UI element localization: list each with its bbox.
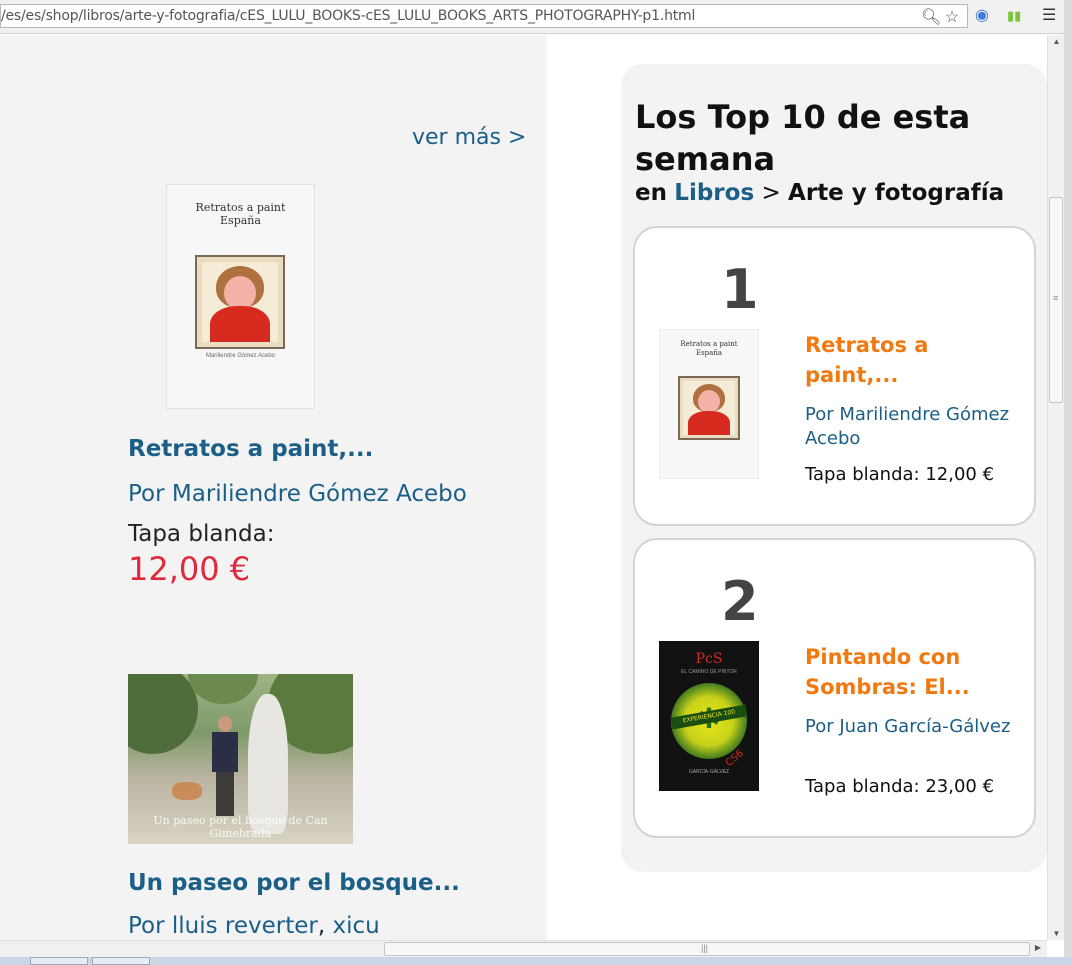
card-author-link[interactable]: Por Juan García-Gálvez bbox=[805, 715, 1020, 739]
scroll-right-arrow-icon[interactable]: ▶ bbox=[1035, 943, 1041, 952]
breadcrumb-subcategory: Arte y fotografía bbox=[788, 180, 1005, 206]
top10-breadcrumb: en Libros > Arte y fotografía bbox=[635, 180, 1004, 206]
scroll-down-arrow-icon[interactable]: ▼ bbox=[1048, 929, 1065, 938]
signal-icon[interactable]: ▮▮ bbox=[1007, 8, 1021, 24]
card-price: Tapa blanda: 12,00 € bbox=[805, 464, 995, 485]
author-link[interactable]: xicu bbox=[333, 913, 380, 939]
top10-card-2[interactable]: 2 PcS EL CAMINO DE PINTOR ✱ EXPERIENCIA … bbox=[633, 538, 1036, 838]
product-title[interactable]: Retratos a paint,... bbox=[128, 436, 373, 462]
author-link[interactable]: Mariliendre Gómez Acebo bbox=[172, 481, 467, 507]
book-cover-retratos[interactable]: Retratos a paint España Mariliendre Gómez… bbox=[166, 184, 315, 409]
vertical-scrollbar[interactable]: ▲ ≡ ▼ bbox=[1047, 35, 1065, 940]
top10-card-1[interactable]: 1 Retratos a paint España Retratos a pain… bbox=[633, 226, 1036, 526]
cover-caption: Un paseo por el bosque de Can Gimebrada bbox=[153, 814, 328, 840]
breadcrumb-prefix: en bbox=[635, 180, 667, 206]
ver-mas-link[interactable]: ver más > bbox=[412, 125, 526, 150]
zoom-icon[interactable]: 🔍︎ bbox=[921, 7, 941, 27]
card-title-link[interactable]: Pintando con Sombras: El... bbox=[805, 642, 1005, 702]
star-icon[interactable]: ☆ bbox=[943, 7, 961, 27]
author-prefix: Por bbox=[128, 481, 165, 507]
taskbar-button[interactable] bbox=[92, 957, 150, 965]
rank-number: 1 bbox=[721, 258, 759, 321]
vertical-scroll-thumb[interactable]: ≡ bbox=[1049, 197, 1063, 403]
extension-icon[interactable]: ◉ bbox=[975, 5, 989, 25]
author-separator: , bbox=[317, 913, 326, 939]
card-price: Tapa blanda: 23,00 € bbox=[805, 776, 995, 797]
cover-title: Retratos a paint España bbox=[680, 340, 738, 357]
scroll-up-arrow-icon[interactable]: ▲ bbox=[1048, 37, 1065, 46]
cover-author: Mariliendre Gómez Acebo bbox=[205, 353, 276, 359]
rank-number: 2 bbox=[721, 570, 759, 633]
book-cover-paseo[interactable]: Un paseo por el bosque de Can Gimebrada bbox=[128, 674, 353, 844]
cover-title: PcS bbox=[695, 651, 723, 667]
browser-toolbar: /es/es/shop/libros/arte-y-fotografia/cES… bbox=[0, 0, 1072, 34]
cover-portrait bbox=[195, 255, 285, 349]
url-text[interactable]: /es/es/shop/libros/arte-y-fotografia/cES… bbox=[1, 8, 695, 24]
cover-title: Retratos a paint España bbox=[195, 201, 286, 227]
breadcrumb-separator: > bbox=[761, 180, 781, 206]
author-link[interactable]: lluis reverter bbox=[172, 913, 318, 939]
product-price: 12,00 € bbox=[128, 550, 251, 588]
card-author-link[interactable]: Por Mariliendre Gómez Acebo bbox=[805, 403, 1020, 451]
card-cover-image[interactable]: PcS EL CAMINO DE PINTOR ✱ EXPERIENCIA 10… bbox=[659, 641, 759, 791]
address-bar[interactable]: /es/es/shop/libros/arte-y-fotografia/cES… bbox=[0, 4, 968, 28]
cover-portrait bbox=[678, 376, 740, 440]
top10-title: Los Top 10 de esta semana bbox=[635, 98, 971, 178]
product-title[interactable]: Un paseo por el bosque... bbox=[128, 870, 460, 896]
author-prefix: Por bbox=[128, 913, 165, 939]
breadcrumb-category-link[interactable]: Libros bbox=[674, 180, 754, 206]
menu-icon[interactable]: ☰ bbox=[1042, 5, 1056, 25]
product-format: Tapa blanda: bbox=[128, 521, 275, 547]
horizontal-scrollbar[interactable]: ||| ▶ bbox=[0, 940, 1047, 958]
window-edge bbox=[1064, 0, 1072, 965]
horizontal-scroll-thumb[interactable]: ||| bbox=[384, 942, 1030, 956]
card-cover-image[interactable]: Retratos a paint España bbox=[659, 329, 759, 479]
taskbar bbox=[0, 957, 1072, 965]
card-title-link[interactable]: Retratos a paint,... bbox=[805, 330, 1005, 390]
product-author: Por lluis reverter, xicu bbox=[128, 913, 380, 939]
product-author: Por Mariliendre Gómez Acebo bbox=[128, 481, 467, 507]
taskbar-button[interactable] bbox=[30, 957, 88, 965]
